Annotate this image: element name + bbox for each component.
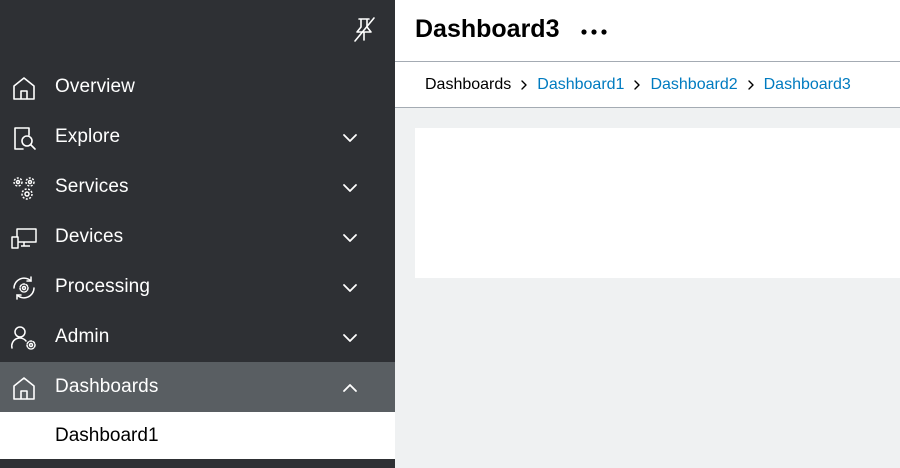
chevron-down-icon[interactable] bbox=[338, 226, 362, 250]
chevron-right-icon bbox=[624, 79, 650, 91]
home-icon bbox=[10, 74, 38, 102]
chevron-right-icon bbox=[738, 79, 764, 91]
sidebar-item-services[interactable]: Services bbox=[0, 162, 395, 212]
sidebar-item-dashboards[interactable]: Dashboards bbox=[0, 362, 395, 412]
chevron-down-icon[interactable] bbox=[338, 126, 362, 150]
sidebar-item-label: Dashboards bbox=[55, 376, 159, 397]
devices-icon bbox=[10, 224, 38, 252]
chevron-down-icon[interactable] bbox=[338, 276, 362, 300]
sidebar-item-label: Overview bbox=[55, 76, 135, 97]
sidebar-item-devices[interactable]: Devices bbox=[0, 212, 395, 262]
page-title: Dashboard3 bbox=[415, 15, 560, 43]
sidebar-item-overview[interactable]: Overview bbox=[0, 62, 395, 112]
dashboard-widget-card bbox=[415, 128, 900, 278]
sidebar-subitem-label: Dashboard1 bbox=[55, 424, 159, 446]
unpin-sidebar-button[interactable] bbox=[348, 15, 380, 47]
breadcrumb-item-dashboards[interactable]: Dashboards bbox=[425, 76, 511, 94]
breadcrumb-item-dashboard2[interactable]: Dashboard2 bbox=[650, 76, 737, 94]
sidebar-item-label: Explore bbox=[55, 126, 121, 147]
chevron-up-icon[interactable] bbox=[338, 376, 362, 400]
gears-icon bbox=[10, 174, 38, 202]
sidebar-item-label: Processing bbox=[55, 276, 150, 297]
sidebar-nav: Overview Explore Services Devices Proces… bbox=[0, 62, 395, 459]
more-horizontal-icon bbox=[580, 23, 608, 41]
page-header: Dashboard3 bbox=[395, 0, 900, 62]
sidebar-subitem-dashboard1[interactable]: Dashboard1 bbox=[0, 412, 395, 459]
document-search-icon bbox=[10, 124, 38, 152]
sidebar-item-admin[interactable]: Admin bbox=[0, 312, 395, 362]
breadcrumb-item-dashboard1[interactable]: Dashboard1 bbox=[537, 76, 624, 94]
sidebar: Overview Explore Services Devices Proces… bbox=[0, 0, 395, 468]
unpin-icon bbox=[350, 15, 378, 48]
breadcrumb-item-dashboard3[interactable]: Dashboard3 bbox=[764, 76, 851, 94]
user-settings-icon bbox=[10, 324, 38, 352]
sidebar-item-label: Services bbox=[55, 176, 129, 197]
chevron-right-icon bbox=[511, 79, 537, 91]
sidebar-item-processing[interactable]: Processing bbox=[0, 262, 395, 312]
chevron-down-icon[interactable] bbox=[338, 326, 362, 350]
sidebar-item-label: Admin bbox=[55, 326, 110, 347]
sidebar-item-explore[interactable]: Explore bbox=[0, 112, 395, 162]
dashboard-content bbox=[395, 108, 900, 468]
more-options-button[interactable] bbox=[578, 18, 610, 46]
refresh-gear-icon bbox=[10, 274, 38, 302]
breadcrumb: Dashboards Dashboard1 Dashboard2 Dashboa… bbox=[395, 62, 900, 108]
chevron-down-icon[interactable] bbox=[338, 176, 362, 200]
home-icon bbox=[10, 374, 38, 402]
sidebar-item-label: Devices bbox=[55, 226, 124, 247]
